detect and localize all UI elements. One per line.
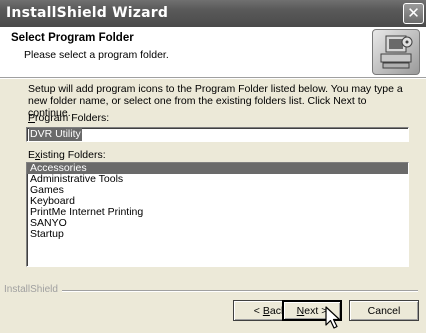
page-title: Select Program Folder [11, 32, 134, 44]
existing-folders-list[interactable]: Accessories Administrative Tools Games K… [26, 162, 409, 267]
list-item[interactable]: Startup [27, 229, 408, 240]
existing-folders-label-text: isting Folders: [40, 149, 106, 161]
list-item[interactable]: Administrative Tools [27, 174, 408, 185]
program-folders-label: Program Folders: [28, 112, 109, 124]
page-subtitle: Please select a program folder. [24, 49, 169, 61]
close-button[interactable]: ✕ [403, 3, 424, 24]
program-folders-mnemonic: P [28, 112, 36, 124]
title-bar[interactable]: InstallShield Wizard ✕ [0, 0, 426, 27]
divider-rule [62, 290, 418, 292]
cancel-button[interactable]: Cancel [349, 300, 419, 321]
installshield-brand: InstallShield [4, 284, 58, 295]
existing-folders-label: Existing Folders: [28, 149, 106, 161]
list-item[interactable]: Games [27, 185, 408, 196]
wizard-header: Select Program Folder Please select a pr… [0, 27, 426, 78]
back-button-mnemonic: B [262, 305, 270, 317]
window-title: InstallShield Wizard [6, 5, 169, 21]
existing-folders-label-first: E [28, 149, 36, 161]
header-divider [0, 78, 426, 79]
close-icon: ✕ [407, 4, 420, 22]
program-folders-label-text: rogram Folders: [35, 112, 110, 124]
next-button-label: ext > [304, 305, 328, 317]
installer-computer-icon [372, 29, 420, 75]
list-item[interactable]: SANYO [27, 218, 408, 229]
program-folder-input[interactable]: DVR Utility [26, 127, 409, 142]
list-item[interactable]: PrintMe Internet Printing [27, 207, 408, 218]
back-button-prefix: < [253, 305, 263, 317]
program-folder-value: DVR Utility [29, 128, 82, 141]
brand-divider: InstallShield [0, 284, 426, 296]
installshield-wizard-window: InstallShield Wizard ✕ Select Program Fo… [0, 0, 426, 331]
pointer-cursor-icon [325, 306, 343, 330]
